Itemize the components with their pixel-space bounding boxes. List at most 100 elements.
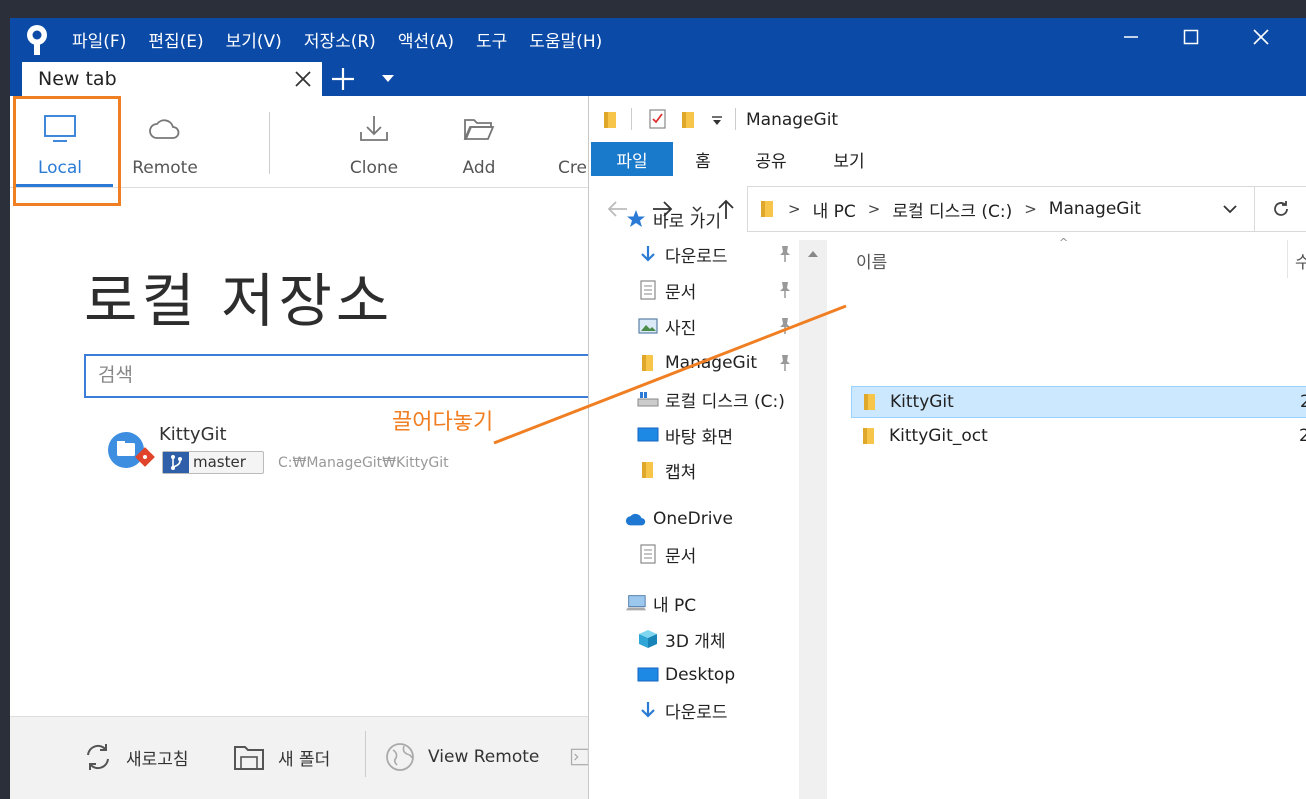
menu-edit[interactable]: 편집(E) <box>148 27 203 52</box>
terminal-icon <box>570 748 590 766</box>
menu-file[interactable]: 파일(F) <box>72 27 126 52</box>
nav-item-label: 다운로드 <box>665 702 728 723</box>
maximize-icon <box>1183 29 1199 45</box>
chevron-right-icon: > <box>788 200 801 218</box>
refresh-button[interactable]: 새로고침 <box>82 737 189 777</box>
address-bar[interactable]: > 내 PC > 로컬 디스크 (C:) > ManageGit <box>747 186 1255 232</box>
tab-close-icon[interactable] <box>292 68 314 90</box>
file-row-kittygit-oct[interactable]: KittyGit_oct 2 <box>851 420 1306 452</box>
nav-item-13[interactable]: 다운로드 <box>637 695 728 725</box>
close-window-button[interactable] <box>1236 18 1286 56</box>
breadcrumb-managegit[interactable]: ManageGit <box>1049 199 1141 219</box>
desktop-icon <box>637 665 659 685</box>
nav-item-label: 사진 <box>665 318 697 339</box>
pin-icon[interactable] <box>777 354 793 372</box>
nav-item-4[interactable]: ManageGit <box>637 348 757 378</box>
create-button[interactable]: Crea <box>534 96 590 188</box>
sourcetree-logo-icon <box>27 25 47 55</box>
menu-bar: 파일(F) 편집(E) 보기(V) 저장소(R) 액션(A) 도구 도움말(H) <box>72 18 624 60</box>
nav-item-label: 바로 가기 <box>653 211 721 232</box>
add-button[interactable]: Add <box>429 96 529 188</box>
nav-item-10[interactable]: 내 PC <box>625 588 696 618</box>
terminal-button[interactable] <box>570 737 590 777</box>
menu-help[interactable]: 도움말(H) <box>529 27 602 52</box>
nav-item-7[interactable]: 캡쳐 <box>637 455 696 485</box>
column-header-name[interactable]: 이름 <box>856 248 887 273</box>
refresh-icon <box>87 744 109 770</box>
page-title: 로컬 저장소 <box>84 267 394 335</box>
nav-item-label: ManageGit <box>665 353 758 373</box>
nav-item-label: 다운로드 <box>665 246 728 267</box>
breadcrumb-my-pc[interactable]: 내 PC <box>813 197 856 222</box>
folder-icon <box>637 460 659 480</box>
tab-dropdown-icon[interactable] <box>380 72 396 84</box>
ribbon-tab-view[interactable]: 보기 <box>823 142 875 176</box>
add-label: Add <box>462 158 496 178</box>
ribbon-tabs: 파일 홈 공유 보기 <box>589 142 1306 178</box>
new-tab-plus-icon[interactable] <box>330 66 356 92</box>
nav-item-label: OneDrive <box>653 509 733 529</box>
file-row-kittygit[interactable]: KittyGit 2 <box>851 386 1306 418</box>
column-header-next[interactable]: 수 <box>1295 248 1306 273</box>
column-divider[interactable] <box>1287 240 1288 278</box>
navigation-scrollbar[interactable] <box>799 240 827 799</box>
chevron-right-icon: > <box>867 200 881 218</box>
download-icon <box>360 116 388 141</box>
nav-item-12[interactable]: Desktop <box>637 660 735 690</box>
repository-path: C:₩ManageGit₩KittyGit <box>278 455 449 471</box>
menu-repository[interactable]: 저장소(R) <box>304 27 376 52</box>
properties-icon[interactable] <box>649 108 667 130</box>
ribbon-tab-file[interactable]: 파일 <box>591 142 673 176</box>
qat-dropdown-icon[interactable] <box>711 116 723 126</box>
nav-item-8[interactable]: OneDrive <box>625 504 733 534</box>
folder-icon <box>761 201 773 217</box>
pin-icon[interactable] <box>777 245 793 263</box>
pin-icon[interactable] <box>777 317 793 335</box>
local-highlight-box <box>13 96 121 206</box>
nav-item-0[interactable]: 바로 가기 <box>625 204 721 234</box>
file-date-truncated: 2 <box>1300 392 1306 412</box>
pin-icon[interactable] <box>777 281 793 299</box>
menu-tools[interactable]: 도구 <box>476 27 507 52</box>
picture-icon <box>637 316 659 336</box>
scroll-up-icon[interactable] <box>807 250 819 258</box>
new-folder-qat-icon[interactable] <box>681 110 697 130</box>
bottom-toolbar: 새로고침 새 폴더 View Remote <box>10 716 590 799</box>
ribbon-tab-home[interactable]: 홈 <box>683 142 723 176</box>
search-input[interactable] <box>98 364 578 386</box>
refresh-address-button[interactable] <box>1255 186 1306 232</box>
address-dropdown-icon[interactable] <box>1222 203 1238 215</box>
breadcrumb-local-disk[interactable]: 로컬 디스크 (C:) <box>892 197 1012 222</box>
nav-item-label: 3D 개체 <box>665 631 726 652</box>
search-box[interactable] <box>84 354 604 398</box>
breadcrumb: > 내 PC > 로컬 디스크 (C:) > ManageGit <box>760 187 1141 231</box>
repository-name: KittyGit <box>159 424 227 445</box>
minimize-button[interactable] <box>1106 18 1156 56</box>
clone-button[interactable]: Clone <box>324 96 424 188</box>
nav-item-label: 로컬 디스크 (C:) <box>665 391 785 412</box>
view-remote-button[interactable]: View Remote <box>384 737 539 777</box>
repository-item[interactable]: KittyGit master C:₩ManageGit₩KittyGit <box>108 422 588 482</box>
folder-icon <box>604 112 616 128</box>
nav-item-5[interactable]: 로컬 디스크 (C:) <box>637 384 785 414</box>
pc-icon <box>625 593 647 613</box>
nav-item-1[interactable]: 다운로드 <box>637 239 728 269</box>
nav-item-2[interactable]: 문서 <box>637 275 696 305</box>
maximize-button[interactable] <box>1166 18 1216 56</box>
remote-button[interactable]: Remote <box>115 96 215 188</box>
nav-item-3[interactable]: 사진 <box>637 311 696 341</box>
create-label: Crea <box>558 158 590 178</box>
nav-item-6[interactable]: 바탕 화면 <box>637 420 733 450</box>
ribbon-tab-share[interactable]: 공유 <box>745 142 797 176</box>
nav-item-11[interactable]: 3D 개체 <box>637 624 726 654</box>
tab-new[interactable]: New tab <box>22 62 322 96</box>
new-folder-button[interactable]: 새 폴더 <box>232 737 330 777</box>
clone-label: Clone <box>349 158 399 178</box>
branch-badge: master <box>162 451 264 474</box>
main-content: Local Remote Clone Add Cre 로컬 저장소 검색 Kit… <box>10 96 604 799</box>
nav-item-9[interactable]: 문서 <box>637 539 696 569</box>
nav-item-label: 문서 <box>665 546 697 567</box>
menu-view[interactable]: 보기(V) <box>226 27 282 52</box>
new-folder-label: 새 폴더 <box>278 749 331 770</box>
menu-actions[interactable]: 액션(A) <box>398 27 454 52</box>
